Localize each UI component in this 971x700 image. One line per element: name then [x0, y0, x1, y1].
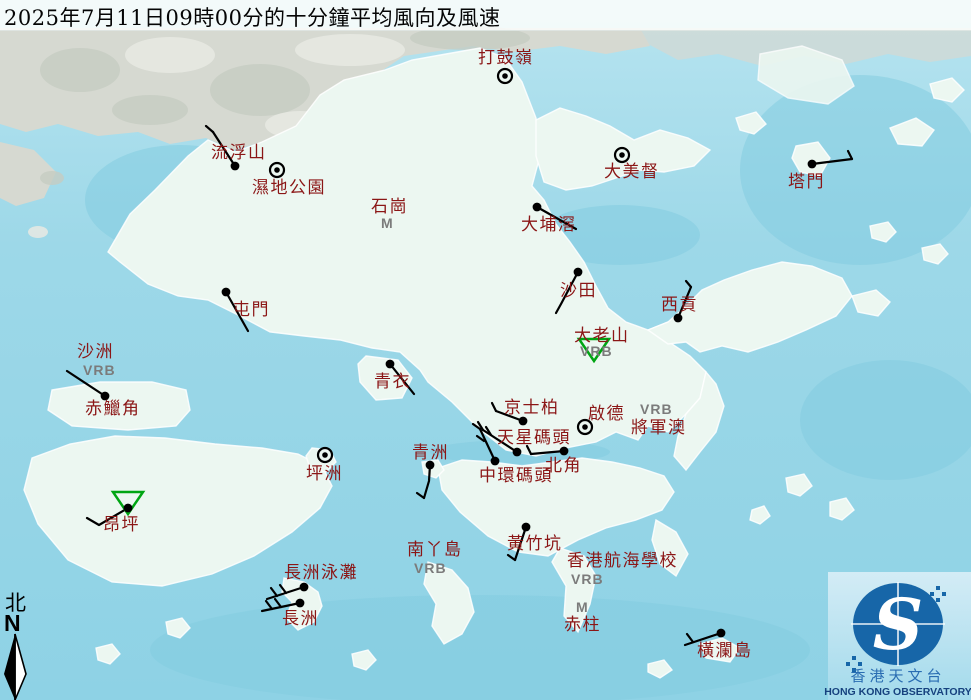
compass-letter: N [4, 610, 21, 636]
map-title: 2025年7月11日09時00分的十分鐘平均風向及風速 [0, 0, 971, 32]
hko-logo-s-glyph: S [873, 583, 924, 666]
calm-wind-center [274, 167, 280, 173]
station-label: 赤鱲角 [85, 399, 141, 419]
hko-logo-chinese: 香港天文台 [850, 667, 945, 685]
station-label: 長洲 [282, 609, 319, 629]
station-dot [522, 523, 531, 532]
station-label: 中環碼頭 [479, 466, 553, 486]
station-subtext: VRB [571, 571, 604, 587]
station-label: 大老山 [574, 326, 630, 346]
station-label: 打鼓嶺 [478, 48, 534, 68]
station-dot [560, 447, 569, 456]
station-label: 沙洲 [77, 342, 114, 362]
station-sha-chau: VRB沙洲 [77, 342, 116, 378]
station-subtext: M [381, 215, 394, 231]
station-label: 南丫島 [407, 540, 463, 560]
station-label: 香港航海學校 [567, 551, 678, 571]
station-label: 京士柏 [504, 398, 560, 418]
station-label: 昂坪 [103, 515, 140, 535]
station-subtext: VRB [414, 560, 447, 576]
station-label: 濕地公園 [252, 178, 326, 198]
station-dot [574, 268, 583, 277]
title-bar: 2025年7月11日09時00分的十分鐘平均風向及風速 [0, 0, 971, 31]
hko-logo-english: HONG KONG OBSERVATORY [824, 686, 971, 698]
station-subtext: M [576, 599, 589, 615]
station-label: 赤柱 [564, 615, 601, 635]
calm-wind-center [582, 424, 588, 430]
station-dot [513, 448, 522, 457]
station-label: 石崗 [371, 197, 408, 217]
station-dot [808, 160, 817, 169]
station-dot [124, 504, 133, 513]
station-label: 長洲泳灘 [284, 563, 358, 583]
station-dot [300, 583, 309, 592]
station-subtext: VRB [83, 362, 116, 378]
station-dot [717, 629, 726, 638]
station-label: 將軍澳 [631, 418, 687, 438]
station-label: 屯門 [233, 300, 270, 320]
station-dot [222, 288, 231, 297]
hko-logo: S 香港天文台 HONG KONG OBSERVATORY [824, 572, 971, 700]
station-label: 青衣 [374, 372, 411, 392]
station-label: 青洲 [412, 443, 449, 463]
station-label: 流浮山 [211, 143, 267, 163]
station-label: 黃竹坑 [507, 534, 563, 554]
station-label: 天星碼頭 [497, 428, 571, 448]
station-label: 塔門 [788, 172, 825, 192]
calm-wind-center [619, 152, 625, 158]
station-subtext: VRB [640, 401, 673, 417]
station-label: 沙田 [560, 281, 597, 301]
station-label: 大美督 [604, 162, 660, 182]
station-label: 大埔滘 [521, 215, 577, 235]
station-dot [386, 360, 395, 369]
station-label: 西貢 [661, 295, 698, 315]
calm-wind-center [322, 452, 328, 458]
station-dot [296, 599, 305, 608]
map-canvas: 打鼓嶺流浮山濕地公園M石崗大埔滘大美督塔門沙田西貢VRB大老山屯門VRB沙洲赤鱲… [0, 0, 971, 700]
station-dot [491, 457, 500, 466]
station-dot [533, 203, 542, 212]
calm-wind-center [502, 73, 508, 79]
station-label: 橫瀾島 [697, 641, 753, 661]
station-label: 北角 [545, 456, 582, 476]
wind-map-app: 打鼓嶺流浮山濕地公園M石崗大埔滘大美督塔門沙田西貢VRB大老山屯門VRB沙洲赤鱲… [0, 0, 971, 700]
station-label: 坪洲 [306, 464, 343, 484]
station-label: 啟德 [588, 404, 625, 424]
